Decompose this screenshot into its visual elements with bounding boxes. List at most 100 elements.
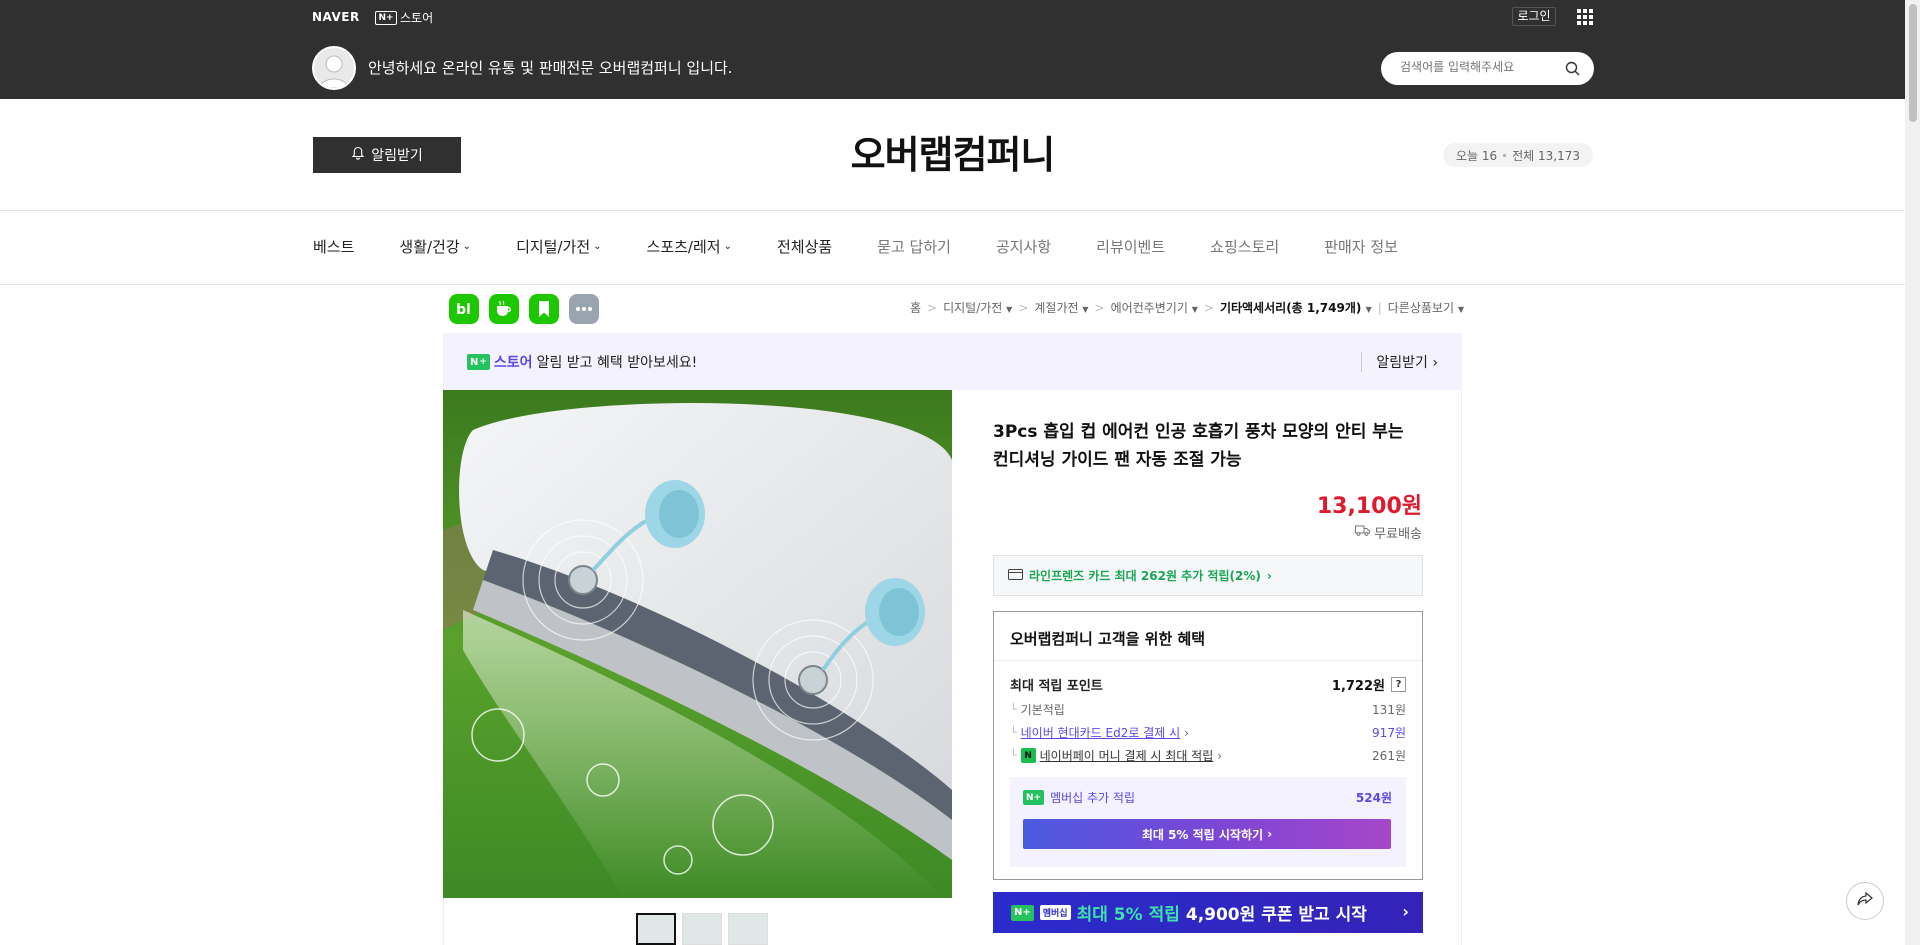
search-box[interactable] [1381, 52, 1594, 85]
chevron-down-icon: ⌄ [462, 241, 472, 252]
card-benefit-banner[interactable]: 라인프렌즈 카드 최대 262원 추가 적립(2%) › [993, 555, 1423, 596]
card-points-row: └ 네이버 현대카드 Ed2로 결제 시 › 917원 [1010, 724, 1406, 741]
nav-label: 생활/건강 [399, 238, 460, 256]
membership-value: 524원 [1355, 791, 1392, 805]
scrollbar-thumb[interactable] [1909, 4, 1917, 122]
thumbnail-item[interactable] [728, 913, 768, 945]
nav-label: 판매자 정보 [1324, 238, 1398, 256]
nav-item-best[interactable]: 베스트 [313, 236, 354, 257]
nav-item-sports[interactable]: 스포츠/레저 ⌄ [647, 236, 732, 257]
naver-logo[interactable]: NAVER [312, 10, 360, 24]
search-input[interactable] [1400, 60, 1560, 74]
notice-brand: 스토어 [493, 355, 533, 371]
max-points-row: 최대 적립 포인트 1,722원 ? [1010, 675, 1406, 694]
search-icon[interactable] [1565, 61, 1580, 80]
card-icon [1008, 568, 1023, 583]
nav-label: 스포츠/레저 [646, 238, 721, 256]
seller-greeting: 안녕하세요 온라인 유통 및 판매전문 오버랩컴퍼니 입니다. [368, 59, 733, 77]
breadcrumb-separator: > [1018, 300, 1029, 315]
breadcrumb-category-3[interactable]: 에어컨주변기기 ▼ [1111, 299, 1198, 316]
membership-benefit: N+ 멤버십 추가 적립 524원 최대 5% 적립 시작하기 › [1010, 777, 1406, 867]
chevron-right-icon: › [1184, 725, 1189, 740]
cafe-icon[interactable] [489, 294, 519, 324]
chevron-right-icon: › [1217, 748, 1223, 763]
shipping-label: 무료배송 [1374, 527, 1422, 542]
product-thumbnails [636, 913, 768, 945]
membership-coupon-banner[interactable]: N+ 멤버십 최대 5% 적립 4,900원 쿠폰 받고 시작 › [993, 892, 1423, 933]
basic-points-label: 기본적립 [1020, 703, 1065, 717]
membership-label: 멤버십 추가 적립 [1050, 791, 1135, 805]
bookmark-icon[interactable] [529, 294, 559, 324]
nstore-label: 스토어 [400, 11, 434, 25]
pay-points-row: └ N 네이버페이 머니 결제 시 최대 적립 › 261원 [1010, 747, 1406, 764]
divider [0, 284, 1905, 285]
nplus-logo: N+ [467, 354, 490, 370]
pay-points-value: 261원 [1372, 749, 1406, 763]
nav-label: 리뷰이벤트 [1096, 238, 1166, 256]
max-points-value: 1,722원 [1331, 679, 1385, 694]
chevron-down-icon: ⌄ [593, 241, 602, 252]
thumbnail-item[interactable] [636, 913, 676, 945]
chevron-right-icon: › [1266, 568, 1272, 583]
breadcrumb-category-1[interactable]: 디지털/가전 ▼ [943, 299, 1012, 316]
coupon-highlight: 최대 5% 적립 [1076, 905, 1180, 925]
product-price: 13,100원 [1316, 494, 1422, 519]
more-icon[interactable] [569, 294, 599, 324]
breadcrumb-category-2[interactable]: 계절가전 ▼ [1034, 299, 1088, 316]
pay-points-link[interactable]: 네이버페이 머니 결제 시 최대 적립 [1040, 747, 1214, 764]
divider [0, 210, 1905, 211]
chevron-down-icon: ⌄ [723, 241, 732, 252]
nav-item-seller-info[interactable]: 판매자 정보 [1324, 236, 1398, 257]
tree-branch-icon: └ [1010, 749, 1017, 762]
card-points-value: 917원 [1372, 726, 1406, 740]
nstore-logo[interactable]: N+ 스토어 [375, 9, 433, 26]
breadcrumb-home[interactable]: 홈 [910, 299, 921, 316]
visitor-counter: 오늘 16 전체 13,173 [1443, 143, 1593, 167]
page-scrollbar[interactable] [1905, 0, 1920, 945]
nav-item-digital[interactable]: 디지털/가전 ⌄ [516, 236, 601, 257]
nav-item-living[interactable]: 생활/건강 ⌄ [399, 236, 471, 257]
chevron-right-icon: › [1402, 902, 1409, 921]
tree-branch-icon: └ [1010, 703, 1017, 716]
notice-alarm-link[interactable]: 알림받기 › [1361, 352, 1438, 372]
breadcrumb-separator: > [1203, 300, 1214, 315]
nav-item-qna[interactable]: 묻고 답하기 [877, 236, 951, 257]
notice-text: 알림 받고 혜택 받아보세요! [536, 355, 698, 371]
breadcrumb-separator: > [1094, 300, 1105, 315]
nav-item-shopping-story[interactable]: 쇼핑스토리 [1210, 236, 1279, 257]
max-points-value-wrap: 1,722원 ? [1332, 675, 1406, 694]
nav-item-all-products[interactable]: 전체상품 [777, 236, 832, 257]
store-category-nav: 베스트 생활/건강 ⌄ 디지털/가전 ⌄ 스포츠/레저 ⌄ 전체상품 묻고 답하기 공… [313, 236, 1443, 257]
breadcrumb: 홈 > 디지털/가전 ▼ > 계절가전 ▼ > 에어컨주변기기 ▼ > 기타액세… [910, 299, 1464, 316]
customer-benefit-box: 오버랩컴퍼니 고객을 위한 혜택 최대 적립 포인트 1,722원 ? └ 기본적… [993, 611, 1423, 880]
svg-text:bl: bl [456, 302, 471, 317]
card-points-link[interactable]: 네이버 현대카드 Ed2로 결제 시 [1021, 724, 1181, 741]
visitors-today: 오늘 16 [1455, 148, 1498, 163]
naver-pay-icon: N [1020, 748, 1036, 763]
login-button[interactable]: 로그인 [1512, 7, 1556, 26]
card-benefit-text: 라인프렌즈 카드 최대 262원 추가 적립(2%) [1029, 569, 1261, 583]
visitors-total: 전체 13,173 [1512, 148, 1581, 163]
store-title[interactable]: 오버랩컴퍼니 [0, 124, 1905, 179]
store-alert-banner: N + 스토어 알림 받고 혜택 받아보세요! 알림받기 › [443, 333, 1462, 390]
nav-label: 묻고 답하기 [877, 238, 951, 256]
global-header: NAVER N+ 스토어 로그인 안녕하세요 온라인 유통 및 판매전문 오버랩… [0, 0, 1905, 99]
nplus-logo: N+ [1011, 904, 1034, 921]
membership-start-button[interactable]: 최대 5% 적립 시작하기 › [1023, 819, 1391, 849]
share-icon [1856, 891, 1874, 911]
product-main-image[interactable] [443, 390, 952, 898]
breadcrumb-other-products[interactable]: 다른상품보기 ▼ [1388, 299, 1464, 316]
coupon-text: 4,900원 쿠폰 받고 시작 [1185, 905, 1367, 925]
share-button[interactable] [1846, 882, 1884, 920]
breadcrumb-category-4[interactable]: 기타액세서리(총 1,749개) ▼ [1220, 299, 1372, 316]
blog-icon[interactable]: bl [449, 294, 479, 324]
product-title: 3Pcs 흡입 컵 에어컨 인공 호흡기 풍차 모양의 안티 부는 컨디셔닝 가… [993, 422, 1404, 470]
nav-label: 전체상품 [776, 238, 833, 256]
nav-item-notice[interactable]: 공지사항 [996, 236, 1051, 257]
thumbnail-item[interactable] [682, 913, 722, 945]
nav-label: 베스트 [313, 238, 355, 256]
basic-points-value: 131원 [1372, 703, 1406, 717]
apps-grid-icon[interactable] [1577, 9, 1593, 25]
nav-item-review-event[interactable]: 리뷰이벤트 [1096, 236, 1165, 257]
help-icon[interactable]: ? [1391, 677, 1406, 692]
